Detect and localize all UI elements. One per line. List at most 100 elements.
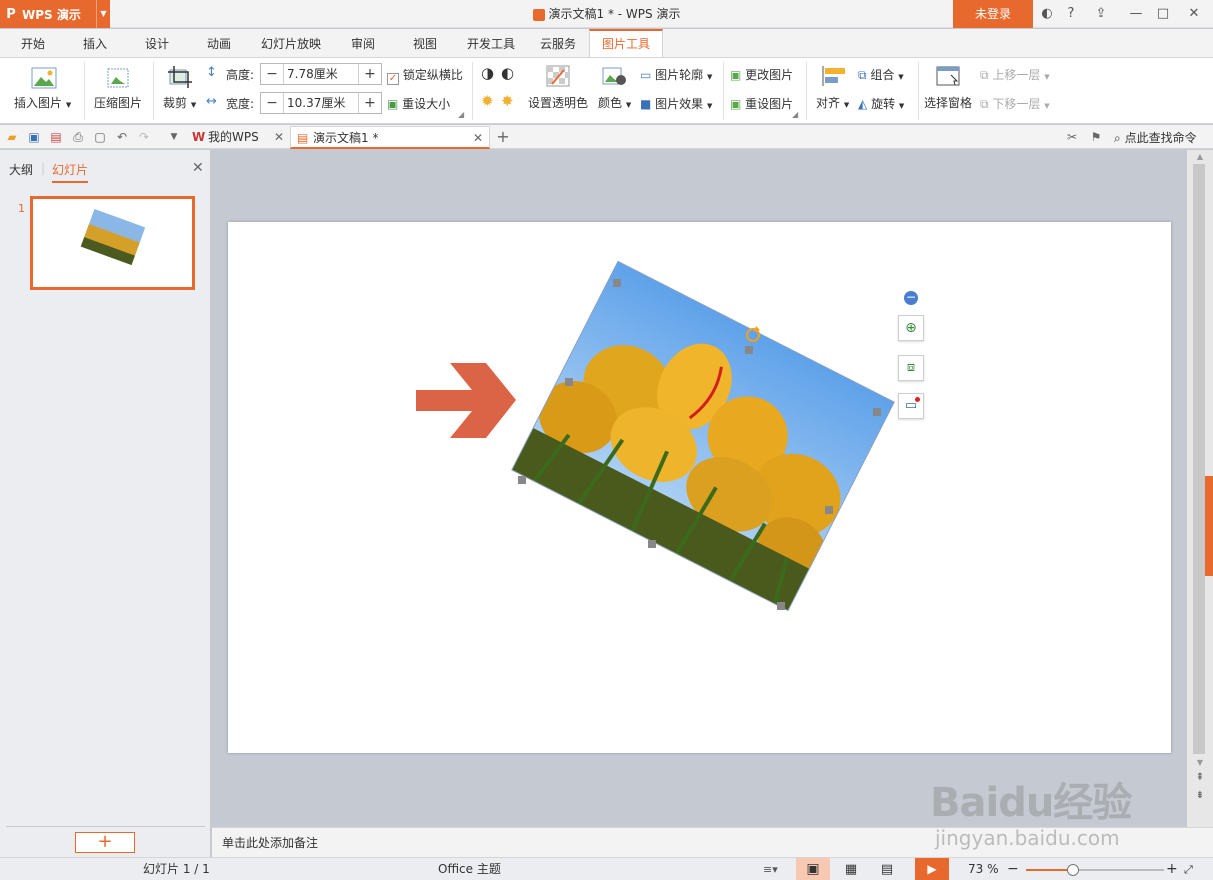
bring-forward-button[interactable]: ⧉ 上移一层 ▼ [980, 66, 1050, 83]
my-wps-label: 我的WPS [208, 130, 259, 144]
minimize-icon[interactable]: — [1125, 0, 1147, 28]
slide-sorter-icon[interactable]: ▦ [840, 858, 862, 880]
tab-slides[interactable]: 幻灯片 [52, 161, 89, 183]
crop-button[interactable]: 裁剪 ▼ [163, 94, 196, 111]
picture-frame-button[interactable]: ▭ [898, 393, 924, 419]
tab-developer[interactable]: 开发工具 [458, 29, 524, 57]
tab-design[interactable]: 设计 [132, 29, 182, 57]
play-slideshow-icon[interactable]: ▶ [915, 858, 949, 880]
clean-icon[interactable]: ✂ [1064, 129, 1080, 145]
height-value[interactable]: 7.78厘米 [283, 64, 359, 84]
width-stepper[interactable]: − 10.37厘米 + [260, 92, 382, 114]
customize-toolbar-icon[interactable]: ▼ [166, 129, 182, 145]
set-transparent-button[interactable]: 设置透明色 [528, 94, 588, 111]
skin-icon[interactable]: ◐ [1037, 0, 1057, 28]
brightness-down-icon[interactable]: ✸ [501, 92, 514, 110]
zoom-picture-button[interactable]: ⊕ [898, 315, 924, 341]
close-icon[interactable]: ✕ [1183, 0, 1205, 28]
tab-animation[interactable]: 动画 [194, 29, 244, 57]
notes-toggle-icon[interactable]: ≡▾ [763, 858, 778, 880]
print-preview-icon[interactable]: ▢ [92, 129, 108, 145]
tab-outline[interactable]: 大纲 [9, 161, 33, 178]
contrast-up-icon[interactable]: ◑ [481, 64, 494, 82]
rotate-button[interactable]: ◭ 旋转 ▼ [858, 95, 904, 112]
width-value[interactable]: 10.37厘米 [283, 93, 359, 113]
fit-window-icon[interactable]: ⤢ [1184, 858, 1193, 880]
close-tab-icon[interactable]: ✕ [274, 126, 284, 148]
help-icon[interactable]: ? [1060, 0, 1082, 28]
ribbon-picture-tools: 插入图片 ▼ 压缩图片 裁剪 ▼ ↕ 高度: − 7.78厘米 + ↔ 宽度: … [0, 57, 1213, 124]
compress-picture-button[interactable]: 压缩图片 [94, 94, 142, 111]
notes-area[interactable]: 单击此处添加备注 [212, 827, 1213, 857]
scroll-thumb[interactable] [1193, 164, 1205, 754]
open-icon[interactable]: ▰ [4, 129, 20, 145]
zoom-out-icon[interactable]: − [1007, 858, 1019, 880]
tab-document[interactable]: ▤ 演示文稿1 * ✕ [290, 126, 490, 149]
height-stepper[interactable]: − 7.78厘米 + [260, 63, 382, 85]
tab-picture-tools[interactable]: 图片工具 [589, 29, 663, 57]
search-command[interactable]: ⌕ 点此查找命令 [1114, 129, 1197, 146]
picture-dialog-launcher-icon[interactable]: ◢ [792, 110, 798, 119]
reading-view-icon[interactable]: ▤ [876, 858, 898, 880]
picture-outline-button[interactable]: ▭ 图片轮廓 ▼ [640, 66, 712, 83]
tab-home[interactable]: 开始 [8, 29, 58, 57]
app-menu-dropdown-icon[interactable]: ▼ [96, 0, 110, 28]
brightness-up-icon[interactable]: ✹ [481, 92, 494, 110]
login-button[interactable]: 未登录 [953, 0, 1033, 28]
size-dialog-launcher-icon[interactable]: ◢ [458, 110, 464, 119]
insert-picture-button[interactable]: 插入图片 ▼ [14, 94, 71, 111]
close-tab-icon[interactable]: ✕ [473, 127, 483, 149]
tab-view[interactable]: 视图 [400, 29, 450, 57]
tab-my-wps[interactable]: W 我的WPS ✕ [186, 126, 290, 149]
undo-icon[interactable]: ↶ [114, 129, 130, 145]
export-pdf-icon[interactable]: ▤ [48, 129, 64, 145]
previous-slide-icon[interactable]: ⇞ [1187, 772, 1213, 788]
scroll-up-icon[interactable]: ▲ [1187, 150, 1213, 164]
collapse-toolbar-icon[interactable]: − [904, 291, 918, 305]
print-icon[interactable]: ⎙ [70, 129, 86, 145]
slide[interactable] [228, 222, 1171, 753]
zoom-level[interactable]: 73 % [968, 858, 999, 880]
width-increase-button[interactable]: + [359, 95, 381, 111]
side-panel-toggle[interactable] [1205, 476, 1213, 576]
normal-view-icon[interactable]: ▣ [796, 858, 830, 880]
ribbon-separator [84, 62, 85, 120]
crop-label: 裁剪 [163, 96, 188, 110]
flag-icon[interactable]: ⚑ [1088, 129, 1104, 145]
next-slide-icon[interactable]: ⇟ [1187, 790, 1213, 806]
height-increase-button[interactable]: + [359, 66, 381, 82]
reset-size-button[interactable]: ▣ 重设大小 [387, 95, 450, 112]
upload-icon[interactable]: ⇪ [1090, 0, 1112, 28]
tab-cloud[interactable]: 云服务 [530, 29, 586, 57]
reset-picture-button[interactable]: ▣ 重设图片 [730, 95, 793, 112]
tab-insert[interactable]: 插入 [70, 29, 120, 57]
save-icon[interactable]: ▣ [26, 129, 42, 145]
zoom-slider[interactable] [1026, 864, 1164, 876]
vertical-scrollbar[interactable]: ▲ ▼ ⇞ ⇟ [1187, 150, 1213, 827]
panel-tab-divider: | [41, 161, 46, 175]
height-decrease-button[interactable]: − [261, 66, 283, 82]
lock-ratio-checkbox[interactable]: ✓ 锁定纵横比 [387, 66, 463, 85]
scroll-down-icon[interactable]: ▼ [1187, 756, 1213, 770]
app-menu-button[interactable]: P WPS 演示 ▼ [0, 0, 110, 28]
change-picture-button[interactable]: ▣ 更改图片 [730, 66, 793, 83]
picture-effects-button[interactable]: ■ 图片效果 ▼ [640, 95, 712, 112]
crop-picture-button[interactable]: ⧈ [898, 355, 924, 381]
color-button[interactable]: 颜色 ▼ [598, 94, 631, 111]
new-tab-icon[interactable]: + [495, 129, 511, 145]
group-button[interactable]: ⧉ 组合 ▼ [858, 66, 904, 83]
slide-thumbnail[interactable] [30, 196, 195, 290]
tab-slideshow[interactable]: 幻灯片放映 [252, 29, 330, 57]
align-button[interactable]: 对齐 ▼ [816, 94, 849, 111]
close-panel-icon[interactable]: ✕ [192, 160, 204, 176]
zoom-slider-knob[interactable] [1067, 864, 1079, 876]
maximize-icon[interactable]: □ [1152, 0, 1174, 28]
add-slide-button[interactable]: + [75, 832, 135, 853]
redo-icon[interactable]: ↷ [136, 129, 152, 145]
contrast-down-icon[interactable]: ◐ [501, 64, 514, 82]
send-backward-button[interactable]: ⧉ 下移一层 ▼ [980, 95, 1050, 112]
width-decrease-button[interactable]: − [261, 95, 283, 111]
selection-pane-button[interactable]: 选择窗格 [924, 94, 972, 111]
zoom-in-icon[interactable]: + [1166, 858, 1178, 880]
tab-review[interactable]: 审阅 [338, 29, 388, 57]
